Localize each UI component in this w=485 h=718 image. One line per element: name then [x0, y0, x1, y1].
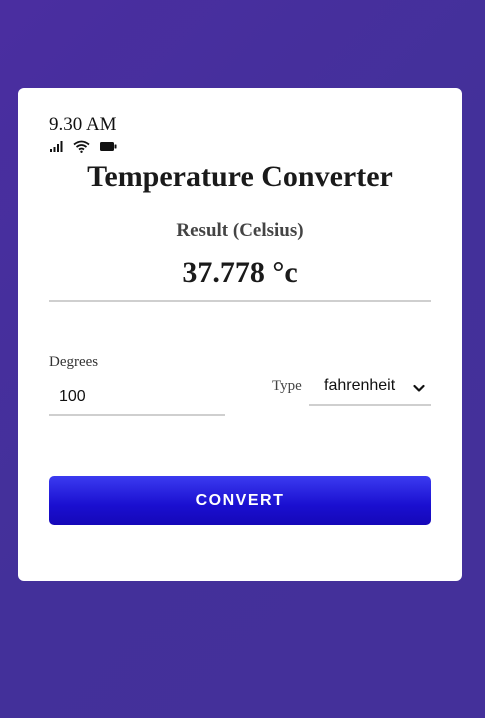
battery-icon [100, 141, 117, 152]
signal-icon [50, 140, 63, 152]
result-label: Result (Celsius) [176, 220, 304, 241]
chevron-down-icon [413, 380, 425, 398]
degrees-input[interactable] [49, 380, 225, 416]
status-time: 9.30 AM [49, 114, 117, 135]
type-selected-value: fahrenheit [324, 377, 396, 394]
result-divider [49, 300, 431, 302]
page-title: Temperature Converter [87, 160, 393, 193]
wifi-icon [73, 140, 90, 153]
degrees-label: Degrees [49, 354, 99, 370]
type-label: Type [272, 378, 302, 394]
status-icons [50, 139, 117, 153]
type-select[interactable]: fahrenheit [309, 368, 431, 406]
converter-card: 9.30 AM Temperature Converter Result (Ce… [18, 88, 462, 581]
result-value: 37.778 °c [182, 256, 298, 289]
convert-button[interactable]: CONVERT [49, 476, 431, 525]
